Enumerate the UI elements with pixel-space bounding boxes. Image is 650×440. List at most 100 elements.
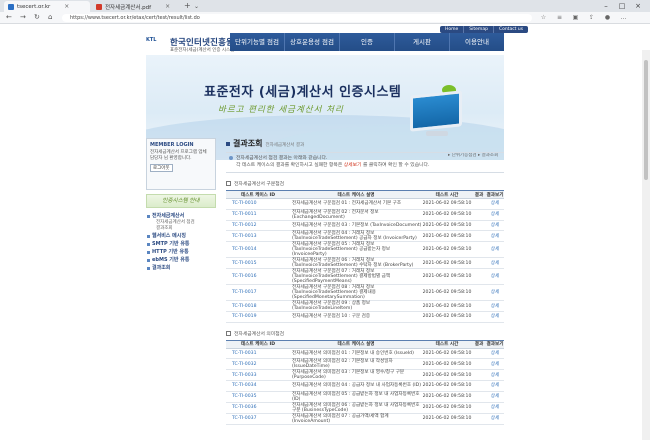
- detail-view-link[interactable]: 상세: [486, 391, 504, 403]
- detail-view-link[interactable]: 상세: [486, 300, 504, 312]
- sidebar-item-web-messaging[interactable]: 웹서비스 메시징: [146, 232, 216, 240]
- new-tab-plus-icon[interactable]: +: [184, 1, 191, 10]
- nav-certification[interactable]: 인증: [340, 33, 395, 51]
- login-box: MEMBER LOGIN 전자세금계산서 프로그램 업체 담당자 님 환영합니다…: [146, 138, 216, 190]
- sidebar-item-http[interactable]: HTTP 기반 유통: [146, 248, 216, 256]
- test-time: 2021-06-02 09:58:10: [422, 209, 472, 221]
- minimize-icon[interactable]: –: [598, 0, 614, 12]
- test-result: [472, 311, 486, 323]
- login-title: MEMBER LOGIN: [150, 142, 194, 148]
- table-row: TC-TI-0018 전자세금계산서 구문점검 09 : 상품 정보 (TaxIn…: [226, 300, 504, 312]
- nav-guide[interactable]: 이용안내: [450, 33, 504, 51]
- forward-icon[interactable]: →: [20, 13, 26, 21]
- logout-button[interactable]: 로그아웃: [150, 164, 173, 172]
- browser-tab-2[interactable]: 전자세금계산서.pdf ×: [92, 1, 182, 12]
- detail-view-link[interactable]: 상세: [486, 220, 504, 231]
- detail-view-link[interactable]: 상세: [486, 257, 504, 269]
- sidebar-item-result[interactable]: 결과조회: [146, 264, 216, 272]
- back-icon[interactable]: ←: [6, 13, 12, 21]
- detail-view-link[interactable]: 상세: [486, 230, 504, 242]
- detail-view-link[interactable]: 상세: [486, 402, 504, 414]
- url-input[interactable]: https://www.tsecert.or.kr/etax/cert/test…: [62, 14, 532, 22]
- sidebar-item-ebms[interactable]: ebMS 기반 유통: [146, 256, 216, 264]
- table-row: TC-TI-0036 전자세금계산서 의미점검 06 : 공급받는자 정보 내 사…: [226, 402, 504, 414]
- detail-view-link[interactable]: 상세: [486, 209, 504, 221]
- detail-view-link[interactable]: 상세: [486, 198, 504, 210]
- contact-link[interactable]: Contact us: [494, 26, 528, 33]
- favorite-star-icon[interactable]: ☆: [540, 14, 547, 21]
- home-icon[interactable]: ⌂: [48, 13, 52, 21]
- test-time: 2021-06-02 09:58:10: [422, 198, 472, 210]
- column-header: 결과: [472, 190, 486, 199]
- test-time: 2021-06-02 09:58:10: [422, 311, 472, 323]
- nav-unit-check[interactable]: 단위기능별 점검: [230, 33, 285, 51]
- test-case-description: 전자세금계산서 구문점검 02 : 전자문서 정보 (ExchangedDocu…: [290, 209, 422, 221]
- test-case-id-link[interactable]: TC-TI-0015: [226, 257, 290, 269]
- page-title: 결과조회: [233, 139, 263, 148]
- main-content: 결과조회 전자세금계산서 결과 전자세금계산서 점검 결과는 아래와 같습니다.…: [226, 138, 504, 425]
- test-case-id-link[interactable]: TC-TI-0013: [226, 230, 290, 242]
- test-case-id-link[interactable]: TC-TI-0036: [226, 402, 290, 414]
- test-case-id-link[interactable]: TC-TI-0014: [226, 241, 290, 258]
- test-case-id-link[interactable]: TC-TI-0032: [226, 358, 290, 370]
- test-case-description: 전자세금계산서 의미점검 03 : 기본정보 내 영수/청구 구분 (Purpo…: [290, 369, 422, 381]
- home-link[interactable]: Home: [440, 26, 465, 33]
- sitemap-link[interactable]: Sitemap: [464, 26, 494, 33]
- detail-view-link[interactable]: 상세: [486, 311, 504, 323]
- test-case-id-link[interactable]: TC-TI-0017: [226, 284, 290, 301]
- tab-list-chevron-icon[interactable]: ⌄: [194, 3, 199, 10]
- sidebar-item-smtp[interactable]: SMTP 기반 유통: [146, 240, 216, 248]
- scrollbar-thumb[interactable]: [644, 60, 648, 180]
- cert-guide-banner[interactable]: 인증시스템 안내: [146, 194, 216, 208]
- test-time: 2021-06-02 09:58:10: [422, 402, 472, 414]
- close-tab-icon[interactable]: ×: [64, 3, 69, 10]
- share-icon[interactable]: ⇪: [588, 14, 595, 21]
- more-menu-icon[interactable]: …: [620, 14, 627, 21]
- test-result: [472, 300, 486, 312]
- collections-icon[interactable]: ▣: [572, 14, 579, 21]
- test-case-id-link[interactable]: TC-TI-0016: [226, 268, 290, 285]
- profile-icon[interactable]: ●: [604, 14, 611, 21]
- detail-view-link[interactable]: 상세: [486, 268, 504, 285]
- detail-view-link[interactable]: 상세: [486, 284, 504, 301]
- detail-view-link[interactable]: 상세: [486, 369, 504, 381]
- close-window-icon[interactable]: ×: [630, 0, 646, 12]
- test-time: 2021-06-02 09:58:10: [422, 300, 472, 312]
- table-row: TC-TI-0034 전자세금계산서 의미점검 04 : 공급자 정보 내 사업자…: [226, 380, 504, 392]
- title-bullet-icon: [226, 142, 230, 146]
- main-navigation: 단위기능별 점검 상호운용성 점검 인증 게시판 이용안내: [230, 33, 504, 51]
- maximize-icon[interactable]: □: [614, 0, 630, 12]
- table-row: TC-TI-0017 전자세금계산서 구문점검 08 : 거래처 정보 (TaxI…: [226, 284, 504, 301]
- test-case-id-link[interactable]: TC-TI-0031: [226, 348, 290, 359]
- login-message: 전자세금계산서 프로그램 업체 담당자 님 환영합니다.: [150, 150, 207, 161]
- table-row: TC-TI-0011 전자세금계산서 구문점검 02 : 전자문서 정보 (Exc…: [226, 209, 504, 221]
- sidebar-item-tax-invoice[interactable]: 전자세금계산서: [146, 212, 216, 220]
- refresh-icon[interactable]: ↻: [34, 13, 40, 21]
- browser-tab-1[interactable]: tsecert.or.kr ×: [4, 1, 90, 12]
- test-time: 2021-06-02 09:58:10: [422, 380, 472, 392]
- page-scrollbar[interactable]: [642, 50, 650, 440]
- detail-view-link[interactable]: 상세: [486, 241, 504, 258]
- nav-interop-check[interactable]: 상호운용성 점검: [285, 33, 340, 51]
- close-tab-icon[interactable]: ×: [165, 3, 170, 10]
- nav-board[interactable]: 게시판: [395, 33, 450, 51]
- reading-list-icon[interactable]: ≡: [556, 14, 563, 21]
- detail-view-link[interactable]: 상세: [486, 358, 504, 370]
- address-bar-row: ← → ↻ ⌂ https://www.tsecert.or.kr/etax/c…: [0, 12, 650, 24]
- test-case-id-link[interactable]: TC-TI-0035: [226, 391, 290, 403]
- test-case-id-link[interactable]: TC-TI-0010: [226, 198, 290, 210]
- test-case-id-link[interactable]: TC-TI-0019: [226, 311, 290, 323]
- test-result: [472, 380, 486, 392]
- test-case-id-link[interactable]: TC-TI-0012: [226, 220, 290, 231]
- detail-emphasis: 상세보기: [343, 162, 362, 168]
- test-case-id-link[interactable]: TC-TI-0033: [226, 369, 290, 381]
- test-case-id-link[interactable]: TC-TI-0018: [226, 300, 290, 312]
- test-time: 2021-06-02 09:58:10: [422, 284, 472, 301]
- test-case-id-link[interactable]: TC-TI-0034: [226, 380, 290, 392]
- test-result: [472, 220, 486, 231]
- table-row: TC-TI-0035 전자세금계산서 의미점검 05 : 공급받는자 정보 내 사…: [226, 391, 504, 403]
- test-case-description: 전자세금계산서 의미점검 02 : 기본정보 내 작성일자 (IssueDate…: [290, 358, 422, 370]
- detail-view-link[interactable]: 상세: [486, 380, 504, 392]
- test-case-id-link[interactable]: TC-TI-0011: [226, 209, 290, 221]
- detail-view-link[interactable]: 상세: [486, 348, 504, 359]
